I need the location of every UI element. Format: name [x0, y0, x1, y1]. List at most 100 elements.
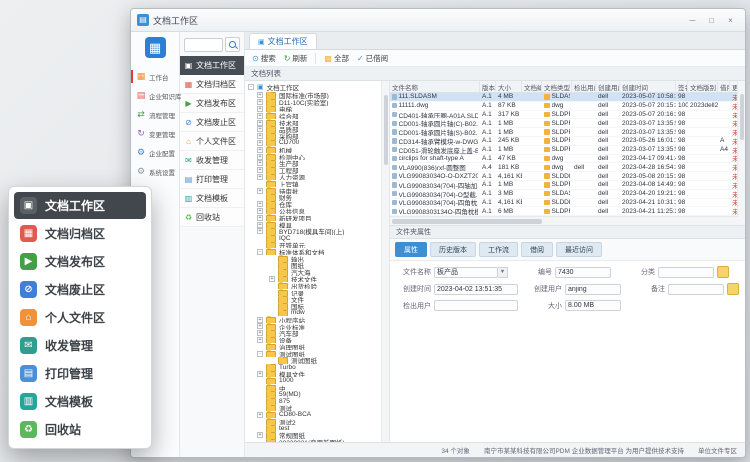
tree-item[interactable]: + 检测中心 [248, 153, 381, 160]
expander-icon[interactable]: + [269, 276, 275, 282]
tree-item[interactable]: IQC [248, 235, 381, 242]
popup-menu-item[interactable]: ⌂ 个人文件区 [14, 304, 146, 331]
popup-menu-item[interactable]: ♻ 回收站 [14, 416, 146, 443]
expander-icon[interactable]: + [257, 167, 263, 173]
expander-icon[interactable]: + [257, 154, 263, 160]
expander-icon[interactable]: + [257, 133, 263, 139]
nav-item[interactable]: ⇄ 流程管理 [131, 105, 179, 124]
tree-item[interactable]: + 工程部 [248, 167, 381, 174]
module-item[interactable]: ▶ 文档发布区 [180, 94, 244, 113]
toolbar-button[interactable]: ↻ 刷新 [284, 53, 317, 64]
tree-item[interactable]: 治理图纸 [248, 343, 381, 350]
chevron-down-icon[interactable]: ▼ [498, 267, 508, 278]
expander-icon[interactable]: + [257, 174, 263, 180]
minimize-button[interactable]: ─ [684, 13, 701, 27]
tree-item[interactable]: + 电梯 [248, 106, 381, 113]
module-item[interactable]: ▦ 文档归档区 [180, 75, 244, 94]
tree-item[interactable]: mdw [248, 310, 381, 317]
expander-icon[interactable]: + [257, 222, 263, 228]
expander-icon[interactable]: + [257, 140, 263, 146]
module-item[interactable]: ✉ 收发管理 [180, 151, 244, 170]
table-row[interactable]: VLA990(836)rxf-圆整图 A.4 181 KB dwg dell d… [390, 163, 738, 172]
tree-item[interactable]: 测试 [248, 405, 381, 412]
table-row[interactable]: CD314-轴承臂模块-w-DWG100 A.1 245 KB SLDPRT d… [390, 137, 738, 146]
tree-item[interactable]: 20220831(变更新图纸) [248, 439, 381, 442]
toolbar-button[interactable]: ⊙ 搜索 [252, 53, 276, 64]
tree-item[interactable]: + CD700 [248, 140, 381, 147]
tree-item[interactable]: + 技术部 [248, 119, 381, 126]
tree-item[interactable]: 59(MD) [248, 391, 381, 398]
expander-icon[interactable]: + [257, 317, 263, 323]
module-search-input[interactable] [184, 38, 223, 52]
nav-item[interactable]: ▤ 企业知识库 [131, 86, 179, 105]
detail-tab[interactable]: 最近访问 [556, 242, 602, 257]
close-button[interactable]: × [722, 13, 739, 27]
table-row[interactable]: CD051-滑轮触发底座上盖-B01A A.1 1 MB SLDPRT dell… [390, 146, 738, 155]
tree-item[interactable]: 汽大海 [248, 269, 381, 276]
column-header[interactable]: 签名 [676, 81, 688, 92]
field-create-user[interactable] [565, 284, 621, 295]
tree-item[interactable]: + BYD718(模具车间)(上) [248, 228, 381, 235]
tree-item[interactable]: + 国际标准(市场部) [248, 92, 381, 99]
expander-icon[interactable]: + [257, 188, 263, 194]
table-v-scrollbar-thumb[interactable] [740, 94, 745, 140]
tree-item[interactable]: 1000 [248, 377, 381, 384]
tree-item[interactable]: 国标 [248, 303, 381, 310]
tree-item[interactable]: Turbo [248, 364, 381, 371]
tree-item[interactable]: + 品质部 [248, 126, 381, 133]
module-item[interactable]: ⊘ 文档废止区 [180, 113, 244, 132]
table-row[interactable]: CD401-轴承压圈-A01A.SLDPRT A.1 317 KB SLDPRT… [390, 111, 738, 120]
field-remark[interactable] [668, 284, 724, 295]
expander-icon[interactable]: + [257, 160, 263, 166]
table-row[interactable]: CD001-轴承圆片轴(C)-B02.1 A.1 1 MB SLDPRT del… [390, 119, 738, 128]
tree-item[interactable]: 测试图纸 [248, 357, 381, 364]
column-header[interactable]: 借用 [718, 81, 730, 92]
tree-item[interactable]: 开铁单元 [248, 242, 381, 249]
detail-tab[interactable]: 属性 [395, 242, 427, 257]
tree-item[interactable]: + 综合部 [248, 112, 381, 119]
toolbar-button[interactable]: ▩ 全部 [324, 53, 349, 64]
expander-icon[interactable]: - [257, 351, 263, 357]
tree-item[interactable]: 测试2 [248, 418, 381, 425]
table-row[interactable]: VLG99083034O-O-DXZT2011 A.1 4,161 KB SLD… [390, 172, 738, 181]
popup-menu-item[interactable]: ▤ 打印管理 [14, 360, 146, 387]
tree-item[interactable]: + 采购部 [248, 133, 381, 140]
popup-menu-item[interactable]: ▥ 文档模板 [14, 388, 146, 415]
tree-scrollbar-thumb[interactable] [384, 95, 389, 165]
tab-document-workspace[interactable]: ▣ 文档工作区 [249, 33, 317, 49]
tree-item[interactable]: + D11-10C(实验室) [248, 99, 381, 106]
nav-item[interactable]: ▦ 工作台 [131, 67, 179, 86]
column-header[interactable]: 文件名称 [390, 81, 480, 92]
remark-picker-button[interactable] [727, 283, 739, 295]
expander-icon[interactable]: + [257, 92, 263, 98]
tree-item[interactable]: - 标准体系和文档 [248, 248, 381, 255]
tree-item[interactable]: + 新研发项目 [248, 214, 381, 221]
popup-menu-item[interactable]: ▣ 文档工作区 [14, 192, 146, 219]
table-row[interactable]: 11111.dwg A.1 87 KB dwg dell 2023-05-07 … [390, 102, 738, 111]
table-h-scrollbar-thumb[interactable] [392, 219, 542, 224]
popup-menu-item[interactable]: ⊘ 文档废止区 [14, 276, 146, 303]
tree-item[interactable]: + 技术文件 [248, 276, 381, 283]
toolbar-button[interactable]: ✓ 已借阅 [357, 53, 388, 64]
column-header[interactable]: 文档编号 [522, 81, 542, 92]
table-row[interactable]: CD001-轴承圆片轴(S)-B02.1 A.1 1 MB SLDPRT del… [390, 128, 738, 137]
field-create-time[interactable] [434, 284, 518, 295]
expander-icon[interactable]: + [257, 337, 263, 343]
expander-icon[interactable]: + [257, 147, 263, 153]
search-button[interactable] [225, 37, 240, 52]
module-item[interactable]: ▣ 文档工作区 [180, 56, 244, 75]
expander-icon[interactable]: + [257, 432, 263, 438]
expander-icon[interactable]: + [257, 99, 263, 105]
expander-icon[interactable]: + [257, 323, 263, 329]
field-code[interactable] [555, 267, 611, 278]
popup-menu-item[interactable]: ▦ 文档归档区 [14, 220, 146, 247]
tree-item[interactable]: 上官镇 [248, 180, 381, 187]
expander-icon[interactable]: + [257, 215, 263, 221]
table-row[interactable]: VLG9908303134O-四角枕模板 A.1 6 MB SLDPRT del… [390, 207, 738, 216]
tree-item[interactable]: 文件 [248, 296, 381, 303]
column-header[interactable]: 文档版别 [688, 81, 718, 92]
expander-icon[interactable]: + [257, 371, 263, 377]
expander-icon[interactable]: + [257, 412, 263, 418]
detail-tab[interactable]: 工作流 [479, 242, 518, 257]
popup-menu-item[interactable]: ✉ 收发管理 [14, 332, 146, 359]
